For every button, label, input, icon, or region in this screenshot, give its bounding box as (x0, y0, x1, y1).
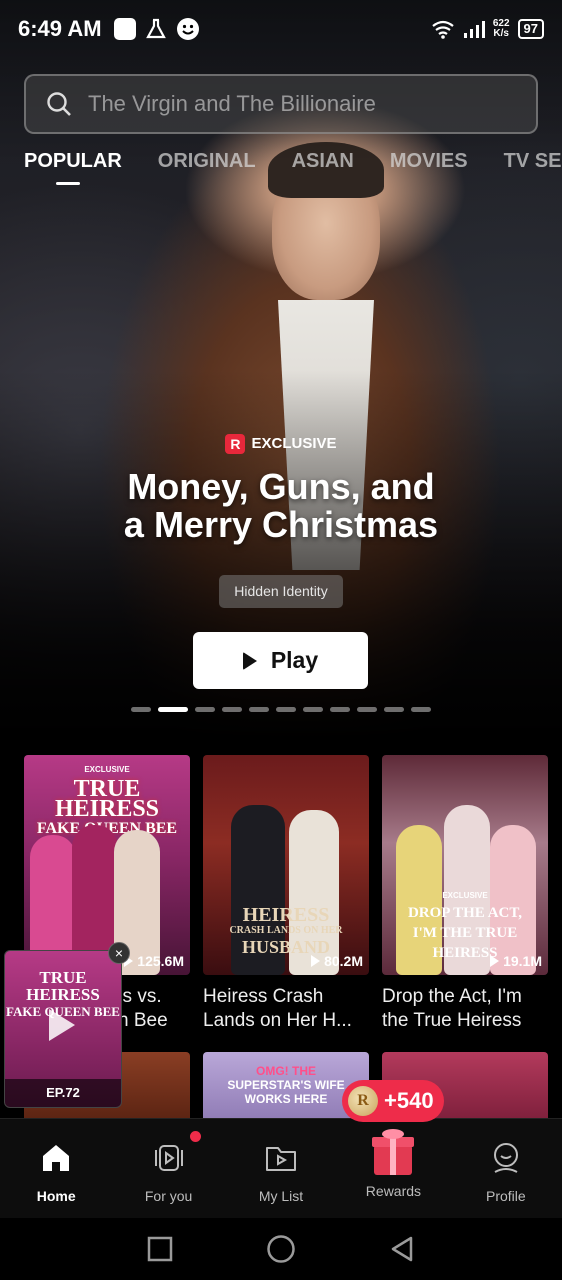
carousel-dot (276, 707, 296, 712)
search-input[interactable] (88, 91, 508, 117)
notification-app-icon (113, 18, 136, 40)
carousel-dot (330, 707, 350, 712)
recents-icon[interactable] (147, 1236, 173, 1262)
nav-for-you[interactable]: For you (112, 1119, 224, 1218)
carousel-dot (222, 707, 242, 712)
flask-icon (145, 18, 166, 39)
signal-icon (463, 21, 485, 38)
status-bar: 6:49 AM 622 K/s 97 (0, 0, 562, 58)
play-icon (242, 651, 257, 670)
drama-poster: EXCLUSIVE TRUE HEIRESS FAKE QUEEN BEE 12… (24, 755, 190, 975)
play-button[interactable]: Play (193, 632, 368, 689)
for-you-icon (154, 1145, 183, 1171)
home-circle-icon[interactable] (266, 1234, 296, 1264)
play-count-icon (490, 955, 500, 967)
network-speed: 622 K/s (492, 18, 510, 39)
system-nav-bar (0, 1218, 562, 1280)
profile-icon (493, 1143, 518, 1173)
category-tabs: POPULAR ORIGINAL ASIAN MOVIES TV SERI (24, 150, 562, 185)
wifi-icon (432, 20, 454, 39)
search-icon (47, 92, 71, 116)
carousel-dot (195, 707, 215, 712)
carousel-dot (249, 707, 269, 712)
close-icon[interactable]: × (108, 942, 130, 964)
play-icon[interactable] (49, 1009, 75, 1041)
reward-amount: +540 (384, 1088, 434, 1113)
tab-popular[interactable]: POPULAR (24, 150, 122, 185)
drama-title: Heiress Crash Lands on Her H... (203, 986, 352, 1031)
status-time: 6:49 AM (18, 16, 102, 41)
gift-icon (372, 1129, 415, 1175)
tab-movies[interactable]: MOVIES (390, 150, 468, 185)
episode-label: EP.72 (5, 1079, 121, 1107)
battery-indicator: 97 (517, 19, 544, 39)
nav-profile[interactable]: Profile (450, 1119, 562, 1218)
drama-card[interactable]: HEIRESS CRASH LANDS ON HER HUSBAND 80.2M… (203, 755, 369, 1033)
carousel-dot (303, 707, 323, 712)
coin-icon: R (348, 1086, 378, 1116)
drama-poster: HEIRESS CRASH LANDS ON HER HUSBAND 80.2M (203, 755, 369, 975)
carousel-dot (384, 707, 404, 712)
tab-original[interactable]: ORIGINAL (158, 150, 256, 185)
notification-dot (190, 1131, 202, 1142)
drama-title: Drop the Act, I'm the True Heiress (382, 986, 522, 1031)
tab-asian[interactable]: ASIAN (292, 150, 354, 185)
carousel-dot (357, 707, 377, 712)
poster-badge: EXCLUSIVE (84, 765, 130, 774)
poster-title: HEIRESS CRASH LANDS ON HER HUSBAND (229, 904, 343, 957)
smiley-icon (176, 18, 199, 40)
carousel-dot (131, 707, 151, 712)
search-bar[interactable] (24, 74, 538, 134)
view-count: 19.1M (490, 953, 542, 969)
play-count-icon (311, 955, 321, 967)
tab-tv-series[interactable]: TV SERI (504, 150, 562, 185)
reelshort-logo-icon: R (225, 434, 246, 454)
view-count: 125.6M (124, 953, 184, 969)
home-icon (43, 1145, 70, 1171)
nav-my-list[interactable]: My List (225, 1119, 337, 1218)
carousel-indicator (131, 707, 431, 712)
carousel-dot (411, 707, 431, 712)
carousel-dot-active (158, 707, 188, 712)
drama-poster: EXCLUSIVE DROP THE ACT, I'M THE TRUE HEI… (382, 755, 548, 975)
bottom-nav: Home For you My List Rewards Profile (0, 1118, 562, 1218)
nav-rewards[interactable]: Rewards (337, 1119, 449, 1218)
drama-card[interactable]: EXCLUSIVE DROP THE ACT, I'M THE TRUE HEI… (382, 755, 548, 1033)
nav-home[interactable]: Home (0, 1119, 112, 1218)
mini-player[interactable]: TRUE HEIRESS FAKE QUEEN BEE EP.72 (4, 950, 122, 1108)
folder-play-icon (266, 1147, 297, 1171)
hero-title: Money, Guns, and a Merry Christmas (123, 466, 439, 545)
back-icon[interactable] (389, 1235, 415, 1263)
view-count: 80.2M (311, 953, 363, 969)
rewards-bubble[interactable]: R +540 (342, 1080, 444, 1122)
exclusive-badge: R EXCLUSIVE (0, 434, 562, 454)
genre-tag[interactable]: Hidden Identity (219, 575, 343, 608)
poster-badge: EXCLUSIVE (442, 891, 488, 900)
